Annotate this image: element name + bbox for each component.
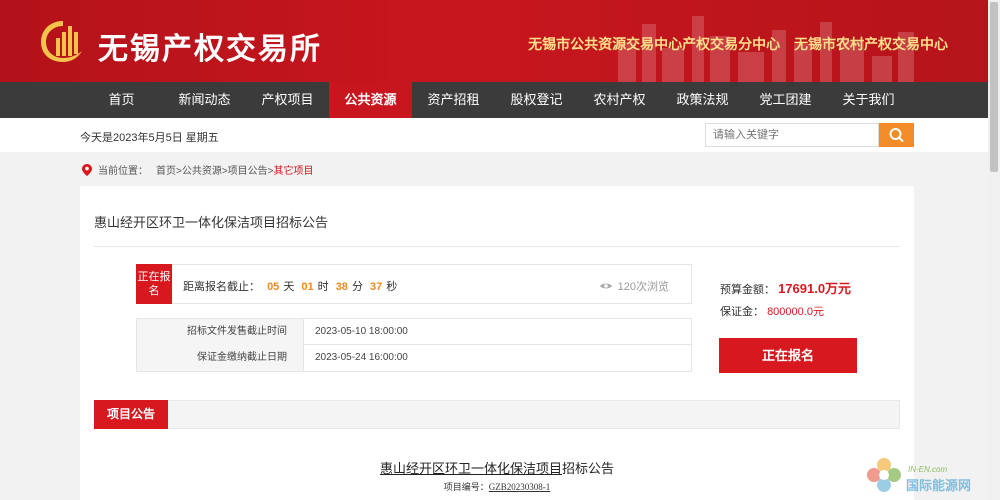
seconds-unit: 秒 — [386, 281, 398, 293]
flower-logo-icon — [867, 458, 901, 492]
budget: 预算金额： 17691.0万元 — [720, 278, 851, 297]
breadcrumb-path[interactable]: 首页>公共资源>项目公告> — [156, 162, 274, 177]
project-number-label: 项目编号： — [443, 482, 489, 492]
location-pin-icon — [82, 163, 92, 176]
project-number-value: GZB20230308-1 — [488, 482, 551, 492]
deadline-label: 招标文件发售截止时间 — [137, 319, 304, 345]
document-title: 惠山经开区环卫一体化保洁项目招标公告 — [80, 458, 914, 477]
search-icon — [889, 128, 904, 142]
nav-item[interactable]: 农村产权 — [578, 82, 661, 118]
eye-icon — [599, 283, 612, 289]
nav-item[interactable]: 首页 — [80, 82, 163, 118]
table-row: 招标文件发售截止时间 2023-05-10 18:00:00 — [137, 319, 691, 345]
countdown-days: 05 — [267, 281, 280, 293]
project-number: 项目编号：GZB20230308-1 — [80, 480, 914, 493]
view-count-text: 120次浏览 — [617, 281, 669, 293]
deadline-table: 招标文件发售截止时间 2023-05-10 18:00:00 保证金缴纳截止日期… — [136, 318, 692, 372]
status-badge: 正在报名 — [136, 264, 172, 304]
countdown: 距离报名截止： 05 天 01 时 38 分 37 秒 — [183, 278, 397, 294]
search-button[interactable] — [879, 123, 914, 147]
deposit: 保证金： 800000.0元 — [720, 303, 824, 319]
scrollbar-thumb[interactable] — [990, 2, 998, 172]
deadline-label: 保证金缴纳截止日期 — [137, 345, 304, 371]
countdown-minutes: 38 — [335, 281, 348, 293]
deadline-value: 2023-05-24 16:00:00 — [315, 352, 408, 363]
hours-unit: 时 — [317, 281, 329, 293]
search-box — [705, 123, 914, 147]
document-title-project: 惠山经开区环卫一体化保洁项目 — [379, 461, 562, 476]
header-subtitles: 无锡市公共资源交易中心产权交易分中心 无锡市农村产权交易中心 — [528, 34, 948, 54]
countdown-hours: 01 — [301, 281, 314, 293]
deposit-label: 保证金： — [720, 306, 764, 318]
nav-item[interactable]: 党工团建 — [744, 82, 827, 118]
breadcrumb-current[interactable]: 其它项目 — [274, 162, 314, 177]
site-header: 无锡产权交易所 无锡市公共资源交易中心产权交易分中心 无锡市农村产权交易中心 — [0, 0, 988, 82]
header-subtitle-right: 无锡市农村产权交易中心 — [794, 36, 948, 52]
budget-label: 预算金额： — [720, 284, 775, 296]
nav-item[interactable]: 资产招租 — [412, 82, 495, 118]
countdown-label: 距离报名截止： — [183, 281, 260, 293]
search-input[interactable] — [705, 123, 879, 147]
minutes-unit: 分 — [351, 281, 363, 293]
main-nav: 首页 新闻动态 产权项目 公共资源 资产招租 股权登记 农村产权 政策法规 党工团建 关于我们 — [0, 82, 988, 118]
project-card: 惠山经开区环卫一体化保洁项目招标公告 正在报名 距离报名截止： 05 天 01 时 … — [80, 186, 914, 500]
table-row: 保证金缴纳截止日期 2023-05-24 16:00:00 — [137, 345, 691, 371]
site-name[interactable]: 无锡产权交易所 — [98, 24, 322, 68]
nav-item[interactable]: 政策法规 — [661, 82, 744, 118]
divider — [94, 246, 900, 247]
view-count: 120次浏览 — [599, 278, 669, 294]
nav-item[interactable]: 关于我们 — [827, 82, 910, 118]
watermark-name: 国际能源网 — [906, 478, 972, 493]
top-bar: 今天是2023年5月5日 星期五 — [0, 118, 988, 152]
breadcrumb: 当前位置： 首页>公共资源>项目公告> 其它项目 — [82, 162, 314, 177]
status-panel: 正在报名 距离报名截止： 05 天 01 时 38 分 37 秒 120次浏览 — [136, 264, 692, 304]
project-title: 惠山经开区环卫一体化保洁项目招标公告 — [94, 215, 329, 230]
watermark-domain: IN-EN.com — [908, 465, 948, 474]
deposit-value: 800000.0元 — [767, 306, 824, 318]
deadline-value: 2023-05-10 18:00:00 — [315, 326, 408, 337]
countdown-seconds: 37 — [370, 281, 383, 293]
site-logo-icon[interactable] — [38, 18, 88, 64]
signup-button[interactable]: 正在报名 — [719, 338, 857, 373]
current-date: 今天是2023年5月5日 星期五 — [80, 132, 219, 144]
nav-item[interactable]: 公共资源 — [329, 82, 412, 118]
page-scrollbar[interactable] — [988, 0, 1000, 500]
nav-items: 首页 新闻动态 产权项目 公共资源 资产招租 股权登记 农村产权 政策法规 党工团建 关于我们 — [80, 82, 910, 118]
tab-bar: 项目公告 — [94, 400, 900, 429]
days-unit: 天 — [283, 281, 295, 293]
watermark: IN-EN.com 国际能源网 — [862, 455, 992, 495]
budget-value: 17691.0万元 — [778, 281, 852, 296]
header-subtitle-left: 无锡市公共资源交易中心产权交易分中心 — [528, 36, 781, 52]
breadcrumb-prefix: 当前位置： — [98, 166, 148, 177]
tab-announcement[interactable]: 项目公告 — [94, 400, 168, 429]
nav-item[interactable]: 新闻动态 — [163, 82, 246, 118]
nav-item[interactable]: 股权登记 — [495, 82, 578, 118]
nav-item[interactable]: 产权项目 — [246, 82, 329, 118]
document-title-suffix: 招标公告 — [562, 461, 615, 476]
